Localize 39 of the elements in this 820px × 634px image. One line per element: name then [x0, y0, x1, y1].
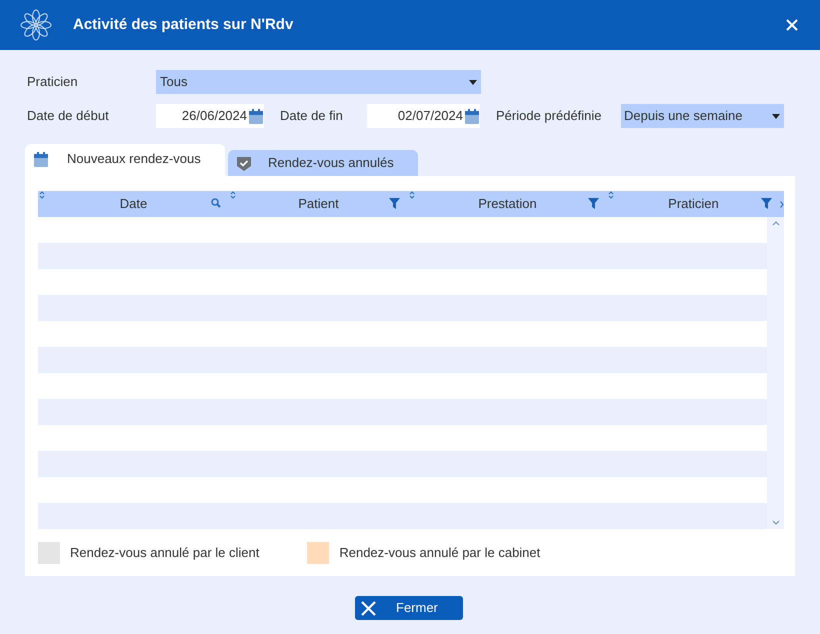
search-icon[interactable]: [210, 198, 221, 208]
caret-icon: [772, 114, 780, 118]
period-dropdown[interactable]: Depuis une semaine: [621, 104, 784, 128]
practitioner-dropdown[interactable]: Tous: [156, 70, 481, 94]
calendar-icon[interactable]: [34, 152, 48, 166]
flower-logo-icon: [20, 9, 52, 41]
calendar-icon[interactable]: [465, 108, 479, 124]
start-date-field[interactable]: 26/06/2024: [156, 104, 264, 128]
filter-icon[interactable]: [588, 198, 599, 209]
legend-label: Rendez-vous annulé par le cabinet: [339, 544, 540, 562]
filter-icon[interactable]: [760, 198, 772, 209]
field-label: Période prédéfinie: [496, 107, 603, 126]
chevron-right-icon[interactable]: [780, 200, 784, 208]
end-date-field[interactable]: 02/07/2024: [367, 104, 480, 128]
close-icon: [361, 600, 376, 616]
legend-label: Rendez-vous annulé par le client: [70, 544, 260, 562]
sort-icon[interactable]: [608, 191, 614, 199]
sort-icon[interactable]: [230, 191, 236, 199]
close-button[interactable]: [784, 17, 800, 33]
tab[interactable]: Rendez-vous annulés: [228, 150, 418, 176]
filter-icon[interactable]: [389, 198, 400, 209]
column-header[interactable]: Praticien: [606, 191, 780, 217]
field-label: Date de fin: [280, 107, 344, 126]
field-label: Date de début: [27, 107, 110, 126]
caret-icon: [469, 80, 477, 84]
close-dialog-button[interactable]: Fermer: [355, 596, 463, 620]
tab[interactable]: Nouveaux rendez-vous: [25, 144, 225, 176]
sort-icon[interactable]: [409, 191, 415, 199]
shield-check-icon: [237, 156, 251, 170]
calendar-icon[interactable]: [249, 108, 263, 124]
window-title: Activité des patients sur N'Rdv: [73, 14, 294, 35]
column-header[interactable]: Date: [38, 191, 229, 217]
column-header[interactable]: Prestation: [408, 191, 607, 217]
scrollbar[interactable]: [767, 217, 784, 529]
scroll-up-icon[interactable]: [772, 221, 780, 226]
sort-icon[interactable]: [39, 191, 45, 199]
field-label: Praticien: [27, 73, 79, 92]
scroll-down-icon[interactable]: [772, 520, 780, 525]
column-header[interactable]: Patient: [228, 191, 408, 217]
